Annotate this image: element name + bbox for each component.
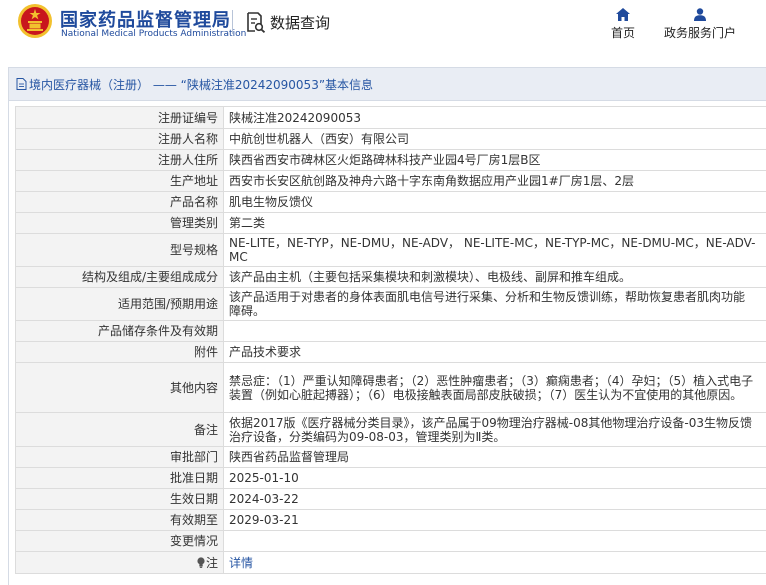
table-row: 注册证编号 陕械注准20242090053 <box>15 106 766 129</box>
table-row: 生效日期 2024-03-22 <box>15 488 766 510</box>
lightbulb-icon <box>197 556 205 568</box>
field-value-change-status <box>223 530 766 552</box>
field-value-intended-use: 该产品适用于对患者的身体表面肌电信号进行采集、分析和生物反馈训练，帮助恢复患者肌… <box>223 287 766 321</box>
field-value-valid-until: 2029-03-21 <box>223 509 766 531</box>
field-label: 生产地址 <box>15 170 224 192</box>
field-label: 注册证编号 <box>15 106 224 129</box>
table-row: 注 详情 <box>15 551 766 574</box>
document-search-icon <box>247 12 266 33</box>
info-table: 注册证编号 陕械注准20242090053 注册人名称 中航创世机器人（西安）有… <box>15 106 766 574</box>
field-value-registration-no: 陕械注准20242090053 <box>223 106 766 129</box>
field-label: 有效期至 <box>15 509 224 531</box>
field-label: 型号规格 <box>15 233 224 267</box>
field-label: 产品储存条件及有效期 <box>15 320 224 342</box>
nav-service-portal-label: 政务服务门户 <box>663 26 736 40</box>
field-value-remarks: 依据2017版《医疗器械分类目录》，该产品属于09物理治疗器械-08其他物理治疗… <box>223 412 766 447</box>
note-label: 注 <box>205 555 218 570</box>
table-row: 其他内容 禁忌症：（1）严重认知障碍患者；（2）恶性肿瘤患者；（3）癫痫患者；（… <box>15 362 766 413</box>
field-label: 其他内容 <box>15 362 224 413</box>
field-label: 注册人住所 <box>15 149 224 171</box>
field-value-registrant: 中航创世机器人（西安）有限公司 <box>223 128 766 150</box>
field-value-production-address: 西安市长安区航创路及神舟六路十字东南角数据应用产业园1#厂房1层、2层 <box>223 170 766 192</box>
user-icon <box>694 8 706 21</box>
nav-service-portal[interactable]: 政务服务门户 <box>660 8 740 41</box>
field-label: 批准日期 <box>15 467 224 489</box>
document-icon <box>16 78 27 90</box>
site-header: 国家药品监督管理局 National Medical Products Admi… <box>0 0 766 52</box>
table-row: 管理类别 第二类 <box>15 212 766 234</box>
field-value-attachment: 产品技术要求 <box>223 341 766 363</box>
field-label: 适用范围/预期用途 <box>15 287 224 321</box>
nav-home-label: 首页 <box>610 26 635 40</box>
table-row: 有效期至 2029-03-21 <box>15 509 766 531</box>
field-value-approval-dept: 陕西省药品监督管理局 <box>223 446 766 468</box>
field-label: 审批部门 <box>15 446 224 468</box>
field-label: 管理类别 <box>15 212 224 234</box>
table-row: 附件 产品技术要求 <box>15 341 766 363</box>
field-value-registrant-address: 陕西省西安市碑林区火炬路碑林科技产业园4号厂房1层B区 <box>223 149 766 171</box>
field-label: 结构及组成/主要组成成分 <box>15 266 224 288</box>
field-value-structure: 该产品由主机（主要包括采集模块和刺激模块）、电极线、副屏和推车组成。 <box>223 266 766 288</box>
table-row: 备注 依据2017版《医疗器械分类目录》，该产品属于09物理治疗器械-08其他物… <box>15 412 766 447</box>
home-icon <box>616 8 630 21</box>
table-row: 适用范围/预期用途 该产品适用于对患者的身体表面肌电信号进行采集、分析和生物反馈… <box>15 287 766 321</box>
detail-panel: 境内医疗器械（注册） —— “陕械注准20242090053”基本信息 注册证编… <box>8 67 766 585</box>
table-row: 结构及组成/主要组成成分 该产品由主机（主要包括采集模块和刺激模块）、电极线、副… <box>15 266 766 288</box>
data-query-label: 数据查询 <box>270 13 331 32</box>
table-row: 产品储存条件及有效期 <box>15 320 766 342</box>
details-link[interactable]: 详情 <box>229 556 253 570</box>
table-row: 型号规格 NE-LITE，NE-TYP，NE-DMU，NE-ADV， NE-LI… <box>15 233 766 267</box>
table-row: 注册人住所 陕西省西安市碑林区火炬路碑林科技产业园4号厂房1层B区 <box>15 149 766 171</box>
field-value-storage <box>223 320 766 342</box>
breadcrumb: 境内医疗器械（注册） —— “陕械注准20242090053”基本信息 <box>9 68 766 101</box>
field-value-product-name: 肌电生物反馈仪 <box>223 191 766 213</box>
field-label: 产品名称 <box>15 191 224 213</box>
field-label: 附件 <box>15 341 224 363</box>
table-row: 变更情况 <box>15 530 766 552</box>
field-label: 变更情况 <box>15 530 224 552</box>
header-divider <box>232 10 233 34</box>
field-label: 备注 <box>15 412 224 447</box>
nav-home[interactable]: 首页 <box>604 8 642 41</box>
field-value-model-spec: NE-LITE，NE-TYP，NE-DMU，NE-ADV， NE-LITE-MC… <box>223 233 766 267</box>
data-query-title[interactable]: 数据查询 <box>246 10 330 34</box>
note-label-cell: 注 <box>15 551 224 574</box>
field-label: 注册人名称 <box>15 128 224 150</box>
field-value-effective-date: 2024-03-22 <box>223 488 766 510</box>
table-row: 产品名称 肌电生物反馈仪 <box>15 191 766 213</box>
table-row: 生产地址 西安市长安区航创路及神舟六路十字东南角数据应用产业园1#厂房1层、2层 <box>15 170 766 192</box>
national-emblem-icon <box>18 4 52 38</box>
breadcrumb-title: 境内医疗器械（注册） —— “陕械注准20242090053”基本信息 <box>29 77 374 92</box>
site-logo-subtitle: National Medical Products Administration <box>61 29 247 39</box>
table-row: 注册人名称 中航创世机器人（西安）有限公司 <box>15 128 766 150</box>
table-row: 批准日期 2025-01-10 <box>15 467 766 489</box>
table-row: 审批部门 陕西省药品监督管理局 <box>15 446 766 468</box>
field-value-approval-date: 2025-01-10 <box>223 467 766 489</box>
note-value-cell: 详情 <box>223 551 766 574</box>
field-value-other: 禁忌症：（1）严重认知障碍患者；（2）恶性肿瘤患者；（3）癫痫患者；（4）孕妇；… <box>223 362 766 413</box>
field-value-management-category: 第二类 <box>223 212 766 234</box>
field-label: 生效日期 <box>15 488 224 510</box>
